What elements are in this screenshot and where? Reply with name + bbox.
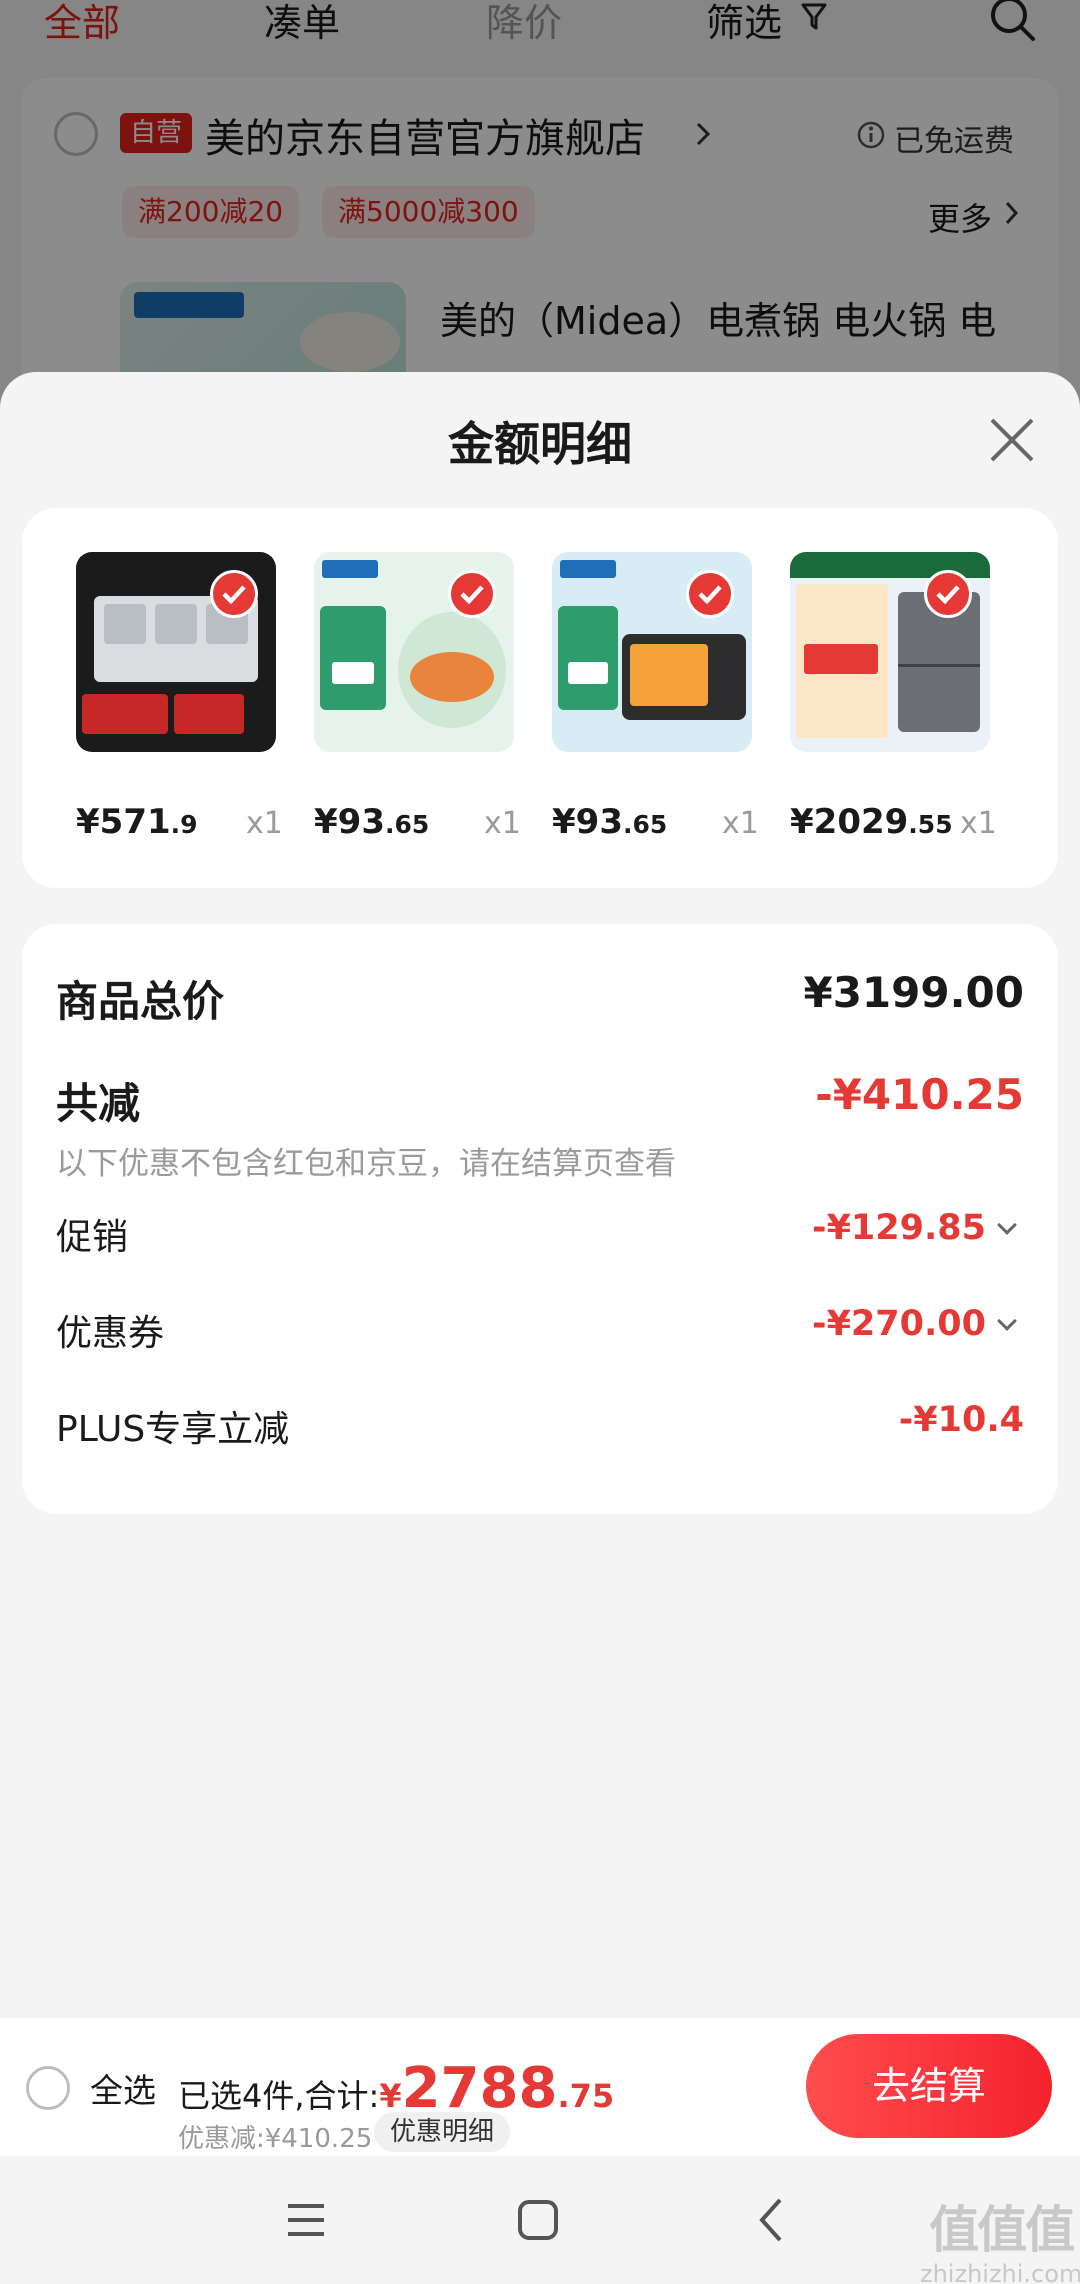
coupon-row-toggle[interactable]: -¥270.00	[812, 1304, 1017, 1344]
product-price: ¥2029.55	[790, 802, 953, 842]
checkout-button[interactable]: 去结算	[806, 2034, 1052, 2138]
product-image[interactable]	[76, 552, 276, 752]
product-item[interactable]: ¥571.9 x1	[76, 552, 283, 842]
discount-note: 以下优惠不包含红包和京豆，请在结算页查看	[56, 1146, 676, 1182]
product-qty: x1	[484, 806, 521, 841]
plus-discount-value: -¥10.4	[898, 1400, 1024, 1440]
total-price-value: ¥3199.00	[803, 968, 1024, 1017]
product-image[interactable]	[790, 552, 990, 752]
selected-count: 已选4件,合计:	[178, 2077, 380, 2115]
coupon-value: -¥270.00	[812, 1304, 986, 1344]
checked-icon[interactable]	[924, 570, 972, 618]
product-image[interactable]	[552, 552, 752, 752]
product-item[interactable]: ¥2029.55 x1	[790, 552, 997, 842]
total-reduce-label: 共减	[56, 1079, 141, 1128]
back-icon[interactable]	[756, 2196, 786, 2244]
amount-detail-sheet: 金额明细 ¥571.9 x1 ¥93.65 x1 ¥93.65 x1 ¥2029…	[0, 372, 1080, 2284]
product-qty: x1	[960, 806, 997, 841]
menu-icon[interactable]	[284, 2200, 328, 2240]
chevron-down-icon	[997, 1215, 1017, 1235]
amount-summary-card: 商品总价 ¥3199.00 共减 -¥410.25 以下优惠不包含红包和京豆，请…	[22, 924, 1058, 1514]
select-all-radio[interactable]	[26, 2066, 70, 2110]
product-image[interactable]	[314, 552, 514, 752]
promotion-row-toggle[interactable]: -¥129.85	[812, 1208, 1017, 1248]
home-icon[interactable]	[516, 2198, 560, 2242]
coupon-label: 优惠券	[56, 1313, 165, 1354]
close-icon[interactable]	[984, 412, 1040, 468]
sheet-title: 金额明细	[448, 417, 632, 471]
product-list-card: ¥571.9 x1 ¥93.65 x1 ¥93.65 x1 ¥2029.55 x…	[22, 508, 1058, 888]
product-price: ¥93.65	[314, 802, 430, 842]
system-nav-bar	[0, 2156, 1080, 2284]
product-qty: x1	[246, 806, 283, 841]
product-item[interactable]: ¥93.65 x1	[314, 552, 521, 842]
select-all-label[interactable]: 全选	[90, 2064, 156, 2112]
total-price-label: 商品总价	[56, 977, 225, 1026]
plus-discount-label: PLUS专享立减	[56, 1409, 290, 1450]
discount-summary: 优惠减:¥410.25	[178, 2124, 373, 2154]
total-reduce-value: -¥410.25	[815, 1070, 1024, 1119]
total-amount: ¥2788.75	[379, 2056, 615, 2121]
checkout-bar: 全选 已选4件,合计:¥2788.75 优惠减:¥410.25 优惠明细 去结算	[0, 2018, 1080, 2156]
chevron-down-icon	[997, 1311, 1017, 1331]
product-price: ¥93.65	[552, 802, 668, 842]
product-qty: x1	[722, 806, 759, 841]
checked-icon[interactable]	[448, 570, 496, 618]
checked-icon[interactable]	[210, 570, 258, 618]
watermark: 值值值 zhizhizhi.com	[920, 2201, 1080, 2284]
discount-detail-button[interactable]: 优惠明细	[374, 2112, 511, 2152]
promotion-label: 促销	[56, 1217, 129, 1258]
product-price: ¥571.9	[76, 802, 198, 842]
checked-icon[interactable]	[686, 570, 734, 618]
promotion-value: -¥129.85	[812, 1208, 986, 1248]
product-item[interactable]: ¥93.65 x1	[552, 552, 759, 842]
